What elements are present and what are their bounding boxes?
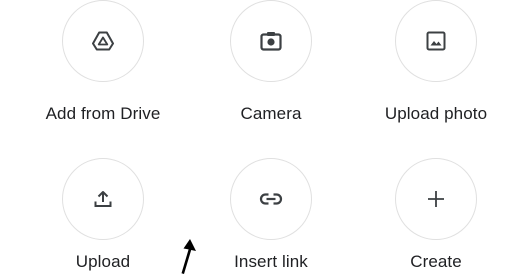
insert-link-label: Insert link	[234, 252, 308, 271]
upload-circle[interactable]	[62, 158, 144, 240]
upload-photo-circle[interactable]	[395, 0, 477, 82]
upload-button[interactable]: Upload	[18, 142, 188, 271]
pointer-arrow-icon	[178, 236, 198, 274]
insert-link-circle[interactable]	[230, 158, 312, 240]
image-icon	[426, 31, 446, 51]
drive-icon	[92, 31, 114, 51]
create-button[interactable]: Create	[351, 142, 521, 271]
upload-photo-label: Upload photo	[384, 104, 488, 123]
create-label: Create	[410, 252, 462, 271]
insert-link-button[interactable]: Insert link	[186, 142, 356, 271]
link-icon	[259, 192, 283, 206]
upload-icon	[93, 189, 113, 209]
add-from-drive-button[interactable]: Add from Drive	[18, 0, 188, 123]
add-from-drive-circle[interactable]	[62, 0, 144, 82]
camera-label: Camera	[240, 104, 302, 123]
upload-label: Upload	[75, 252, 131, 271]
upload-photo-button[interactable]: Upload photo	[351, 0, 521, 123]
plus-icon	[426, 189, 446, 209]
camera-icon	[260, 31, 282, 51]
attachment-options-grid: Add from Drive Camera Upload photo Uploa…	[0, 0, 522, 274]
camera-circle[interactable]	[230, 0, 312, 82]
camera-button[interactable]: Camera	[186, 0, 356, 123]
create-circle[interactable]	[395, 158, 477, 240]
add-from-drive-label: Add from Drive	[45, 104, 161, 123]
